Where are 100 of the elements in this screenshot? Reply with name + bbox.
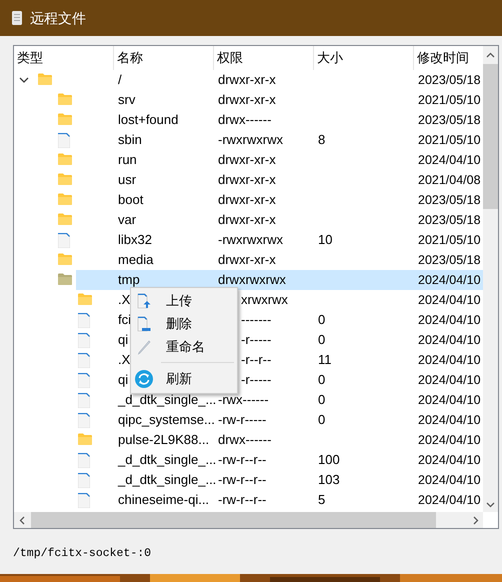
modified-time: 2024/04/10 (418, 472, 481, 489)
folder-icon (58, 213, 72, 225)
file-name: .X (118, 351, 130, 370)
file-name: qipc_systemse... (118, 411, 215, 430)
file-icon (78, 453, 90, 468)
permissions: drwxr-xr-x (218, 151, 276, 170)
file-icon (58, 233, 70, 248)
modified-time: 2021/04/08 (418, 172, 481, 189)
file-size: 0 (318, 391, 326, 410)
menu-item[interactable]: 重命名 (131, 335, 237, 358)
permissions: -rw-r--r-- (218, 491, 266, 510)
permissions: xrwxrwx (241, 291, 288, 310)
file-size: 0 (318, 331, 326, 350)
folder-icon (58, 173, 72, 185)
menu-item[interactable]: 删除 (131, 312, 237, 335)
folder-icon (78, 433, 92, 445)
permissions: -r----- (241, 371, 272, 390)
file-size: 5 (318, 491, 326, 510)
refresh-icon (135, 370, 153, 388)
file-icon (78, 473, 90, 488)
modified-time: 2024/04/10 (418, 292, 481, 309)
permissions: drwxrwxrwx (218, 271, 286, 290)
modified-time: 2023/05/18 (418, 192, 481, 209)
file-name: chineseime-qi... (118, 491, 210, 510)
permissions: -rwxrwxrwx (218, 231, 283, 250)
permissions: drwx------ (218, 111, 272, 130)
delete-file-icon (138, 316, 150, 331)
permissions: -r--r-- (241, 351, 272, 370)
scroll-left-icon[interactable] (19, 516, 25, 524)
file-size: 103 (318, 471, 340, 490)
file-icon (58, 133, 70, 148)
file-name: _d_dtk_single_... (118, 471, 216, 490)
file-name: srv (118, 91, 136, 110)
scroll-down-icon[interactable] (486, 502, 495, 508)
modified-time: 2021/05/10 (418, 92, 481, 109)
file-name: _d_dtk_single_... (118, 391, 216, 410)
file-name: libx32 (118, 231, 152, 250)
menu-item[interactable]: 上传 (131, 289, 237, 312)
folder-icon (38, 73, 52, 85)
modified-time: 2023/05/18 (418, 72, 481, 89)
file-size: 0 (318, 411, 326, 430)
file-size: 8 (318, 131, 326, 150)
modified-time: 2023/05/18 (418, 252, 481, 269)
modified-time: 2024/04/10 (418, 352, 481, 369)
file-name: pulse-2L9K88... (118, 431, 210, 450)
modified-time: 2024/04/10 (418, 452, 481, 469)
file-name: / (118, 71, 122, 90)
permissions: -r----- (241, 331, 272, 350)
modified-time: 2021/05/10 (418, 232, 481, 249)
modified-time: 2024/04/10 (418, 492, 481, 509)
status-path: /tmp/fcitx-socket-:0 (13, 547, 152, 560)
file-icon (78, 393, 90, 408)
scroll-up-icon[interactable] (486, 52, 495, 58)
file-name: tmp (118, 271, 140, 290)
permissions: drwxr-xr-x (218, 191, 276, 210)
modified-time: 2024/04/10 (418, 392, 481, 409)
pen-icon (137, 338, 151, 354)
modified-time: 2024/04/10 (418, 332, 481, 349)
vertical-scrollbar[interactable] (483, 46, 498, 512)
file-name: media (118, 251, 154, 270)
folder-icon (58, 193, 72, 205)
modified-time: 2024/04/10 (418, 372, 481, 389)
file-name: var (118, 211, 136, 230)
file-name: qi (118, 331, 128, 350)
file-icon (78, 333, 90, 348)
file-size: 0 (318, 371, 326, 390)
file-name: _d_dtk_single_... (118, 451, 216, 470)
file-size: 100 (318, 451, 340, 470)
permissions: -rw-r--r-- (218, 471, 266, 490)
permissions: -rw-r--r-- (218, 451, 266, 470)
document-icon (12, 11, 22, 25)
modified-time: 2024/04/10 (418, 412, 481, 429)
chevron-icon[interactable] (19, 76, 29, 84)
modified-time: 2021/05/10 (418, 132, 481, 149)
modified-time: 2023/05/18 (418, 212, 481, 229)
file-name: .X (118, 291, 130, 310)
file-name: usr (118, 171, 136, 190)
modified-time: 2024/04/10 (418, 312, 481, 329)
permissions: drwxr-xr-x (218, 71, 276, 90)
file-name: sbin (118, 131, 142, 150)
permissions: drwxr-xr-x (218, 171, 276, 190)
file-icon (78, 353, 90, 368)
scroll-right-icon[interactable] (473, 516, 479, 524)
menu-item[interactable]: 刷新 (131, 367, 237, 390)
upload-file-icon (137, 292, 151, 308)
file-icon (78, 373, 90, 388)
modified-time: 2024/04/10 (418, 152, 481, 169)
file-name: run (118, 151, 137, 170)
folder-icon (58, 273, 72, 285)
file-icon (78, 493, 90, 508)
column-header[interactable]: 名称 (114, 46, 214, 70)
folder-icon (58, 253, 72, 265)
column-header[interactable]: 权限 (214, 46, 314, 70)
scrollbar-thumb[interactable] (483, 64, 498, 209)
permissions: ------- (241, 311, 272, 330)
file-size: 0 (318, 311, 326, 330)
file-size: 11 (318, 351, 332, 370)
permissions: -rw-r----- (218, 411, 266, 430)
folder-icon (58, 153, 72, 165)
permissions: -rwx------ (218, 391, 269, 410)
